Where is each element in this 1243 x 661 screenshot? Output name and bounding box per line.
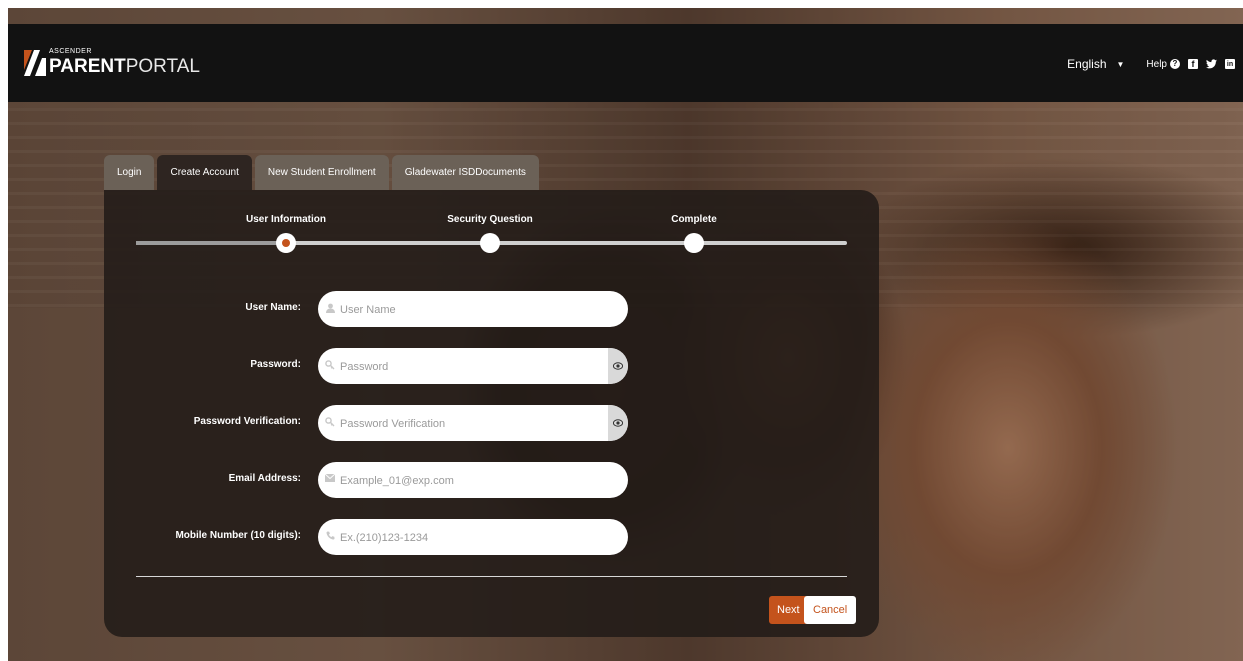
- password-label: Password:: [250, 359, 301, 370]
- next-button[interactable]: Next: [769, 596, 808, 624]
- password-input[interactable]: [338, 357, 602, 377]
- logo-parent-bold: PARENT: [49, 56, 126, 77]
- step-label-user-information: User Information: [245, 214, 327, 225]
- step-dot-user-information: [276, 233, 296, 253]
- user-icon: [324, 303, 336, 315]
- cancel-button[interactable]: Cancel: [804, 596, 857, 624]
- progress-fill: [136, 241, 286, 245]
- email-row: Email Address:: [104, 462, 879, 498]
- step-label-security-question: Security Question: [447, 214, 533, 225]
- password-verification-row: Password Verification:: [104, 405, 879, 441]
- tab-create-account[interactable]: Create Account: [157, 155, 252, 190]
- phone-icon: [324, 531, 336, 543]
- mobile-row: Mobile Number (10 digits):: [104, 519, 879, 555]
- mobile-input[interactable]: [338, 528, 602, 548]
- screen: ASCENDER PARENTPORTAL English ▼ Help ? f…: [0, 0, 1243, 661]
- tab-new-student-enrollment[interactable]: New Student Enrollment: [254, 155, 389, 190]
- email-label: Email Address:: [228, 473, 301, 484]
- tab-login[interactable]: Login: [104, 155, 155, 190]
- header-bar: ASCENDER PARENTPORTAL English ▼ Help ? f…: [8, 24, 1243, 102]
- create-account-panel: User Information Security Question Compl…: [104, 190, 879, 637]
- step-label-complete: Complete: [671, 214, 717, 225]
- show-password-verification-eye-icon[interactable]: [608, 405, 628, 441]
- email-input[interactable]: [338, 471, 602, 491]
- show-password-eye-icon[interactable]: [608, 348, 628, 384]
- email-field-box: [318, 462, 628, 498]
- help-question-icon: ?: [1170, 59, 1180, 69]
- key-icon: [324, 417, 336, 429]
- twitter-icon[interactable]: [1206, 59, 1217, 69]
- facebook-icon[interactable]: f: [1188, 59, 1198, 69]
- logo-parent-portal-text: PARENTPORTAL: [49, 56, 200, 78]
- chevron-down-icon: ▼: [1116, 59, 1125, 69]
- tab-documents[interactable]: Gladewater ISDDocuments: [391, 155, 539, 190]
- username-label: User Name:: [245, 302, 301, 313]
- username-input[interactable]: [338, 300, 602, 320]
- password-field-box: [318, 348, 628, 384]
- help-label: Help: [1146, 58, 1167, 70]
- step-dot-complete: [684, 233, 704, 253]
- logo-ascender-text: ASCENDER: [49, 48, 92, 55]
- password-row: Password:: [104, 348, 879, 384]
- username-row: User Name:: [104, 291, 879, 327]
- linkedin-icon[interactable]: in: [1225, 59, 1235, 69]
- help-link[interactable]: Help ?: [1146, 59, 1180, 70]
- language-dropdown[interactable]: English ▼: [1067, 57, 1124, 71]
- envelope-icon: [324, 473, 336, 486]
- language-label: English: [1067, 57, 1107, 71]
- key-icon: [324, 360, 336, 372]
- mobile-field-box: [318, 519, 628, 555]
- password-verification-label: Password Verification:: [193, 416, 301, 427]
- tab-bar: Login Create Account New Student Enrollm…: [104, 155, 542, 190]
- step-dot-security-question: [480, 233, 500, 253]
- mobile-label: Mobile Number (10 digits):: [175, 530, 301, 541]
- form-divider: [136, 576, 847, 577]
- username-field-box: [318, 291, 628, 327]
- header-actions: English ▼ Help ? f in: [1067, 54, 1235, 74]
- password-verification-field-box: [318, 405, 628, 441]
- password-verification-input[interactable]: [338, 414, 602, 434]
- ascender-logo-icon: [24, 50, 46, 76]
- logo-portal-thin: PORTAL: [125, 56, 200, 77]
